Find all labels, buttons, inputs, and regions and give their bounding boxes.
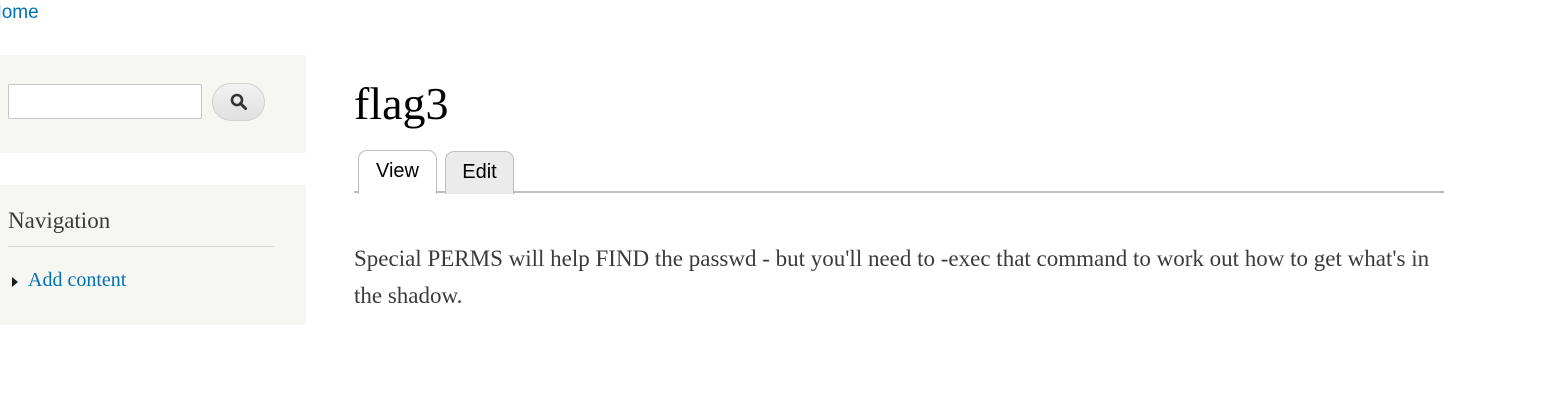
tabs-underline: [354, 191, 1444, 193]
page-title: flag3: [354, 78, 449, 129]
search-button[interactable]: [212, 83, 265, 121]
home-link[interactable]: Home: [0, 2, 39, 24]
navigation-title: Navigation: [8, 208, 111, 233]
navigation-block: [0, 185, 306, 325]
triangle-right-icon: [12, 277, 18, 287]
tab-view[interactable]: View: [358, 150, 437, 194]
navigation-divider: [8, 246, 274, 247]
nav-item-add-content[interactable]: Add content: [28, 269, 126, 292]
search-input[interactable]: [8, 84, 202, 119]
page: Home Navigation Add content flag3 View E…: [0, 0, 1542, 415]
node-body-text: Special PERMS will help FIND the passwd …: [354, 246, 1430, 308]
tab-edit[interactable]: Edit: [445, 151, 514, 194]
search-icon: [230, 93, 247, 110]
